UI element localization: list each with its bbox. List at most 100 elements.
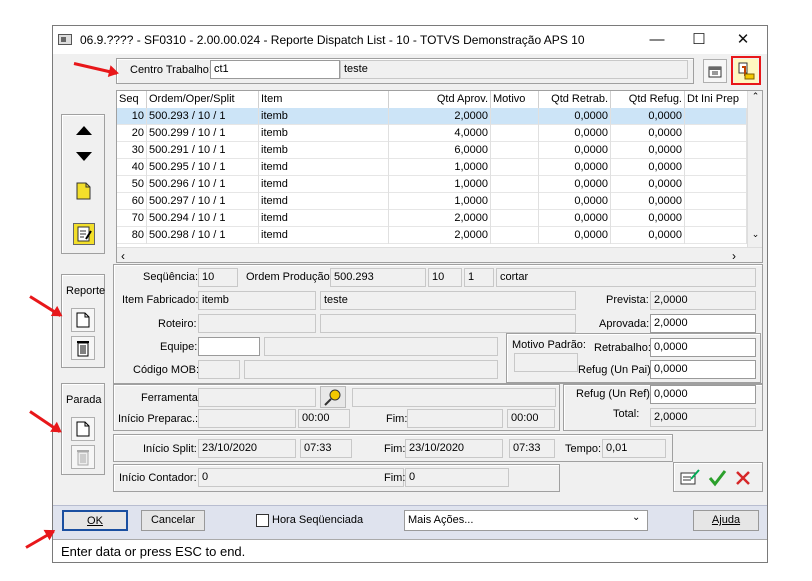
codigo-mob-field xyxy=(198,360,240,379)
cell-retrab: 0,0000 xyxy=(539,227,611,244)
fim-split-time: 07:33 xyxy=(509,439,555,458)
roteiro-label: Roteiro: xyxy=(158,318,197,330)
aprovada-input[interactable]: 2,0000 xyxy=(650,314,756,333)
move-up-icon[interactable] xyxy=(76,126,92,135)
retrabalho-label: Retrabalho: xyxy=(594,342,651,354)
parada-new-button[interactable] xyxy=(71,417,95,441)
cell-motivo xyxy=(491,227,539,244)
table-row[interactable]: 70 500.294 / 10 / 1 itemd 2,0000 0,0000 0,000… xyxy=(117,210,747,227)
table-row[interactable]: 40 500.295 / 10 / 1 itemd 1,0000 0,0000 0,000… xyxy=(117,159,747,176)
edit-record-icon[interactable] xyxy=(73,223,95,245)
col-qtd-refug[interactable]: Qtd Refug. xyxy=(611,91,685,108)
col-dt-ini-prep[interactable]: Dt Ini Prep xyxy=(685,91,749,108)
cancelar-button[interactable]: Cancelar xyxy=(141,510,205,531)
cell-seq: 40 xyxy=(117,159,147,176)
cell-dtini xyxy=(685,125,747,142)
cell-ordem: 500.298 / 10 / 1 xyxy=(147,227,259,244)
cell-seq: 60 xyxy=(117,193,147,210)
ordem-field: 500.293 xyxy=(330,268,426,287)
item-field: itemb xyxy=(198,291,316,310)
parada-delete-button xyxy=(71,445,95,469)
properties-button[interactable] xyxy=(703,59,727,83)
cell-motivo xyxy=(491,159,539,176)
cell-refug: 0,0000 xyxy=(611,108,685,125)
col-qtd-aprov[interactable]: Qtd Aprov. xyxy=(389,91,491,108)
properties-icon xyxy=(708,66,722,78)
cell-aprov: 2,0000 xyxy=(389,108,491,125)
move-down-icon[interactable] xyxy=(76,152,92,161)
cell-motivo xyxy=(491,125,539,142)
equipe-input[interactable] xyxy=(198,337,260,356)
roteiro-desc-field xyxy=(320,314,576,333)
cell-refug: 0,0000 xyxy=(611,176,685,193)
oper-field: 10 xyxy=(428,268,462,287)
inicio-split-time: 07:33 xyxy=(300,439,352,458)
parada-label: Parada xyxy=(66,394,102,406)
cell-seq: 50 xyxy=(117,176,147,193)
mais-acoes-select[interactable]: Mais Ações... xyxy=(404,510,648,531)
close-button[interactable]: ✕ xyxy=(722,27,764,53)
col-qtd-retrab[interactable]: Qtd Retrab. xyxy=(539,91,611,108)
equipe-label: Equipe: xyxy=(160,341,198,353)
ferramenta-search-button[interactable] xyxy=(320,386,346,408)
cancel-detail-button[interactable] xyxy=(733,468,753,488)
fim-prep-label: Fim: xyxy=(386,413,408,425)
ordem-label: Ordem Produção: xyxy=(246,271,333,283)
cell-aprov: 6,0000 xyxy=(389,142,491,159)
reporte-new-button[interactable] xyxy=(71,308,95,332)
col-motivo[interactable]: Motivo xyxy=(491,91,539,108)
ferramenta-label: Ferramenta: xyxy=(141,392,201,404)
refug-pai-input[interactable]: 0,0000 xyxy=(650,360,756,379)
fim-contador-label: Fim: xyxy=(384,472,406,484)
cell-aprov: 2,0000 xyxy=(389,210,491,227)
edit-detail-button[interactable] xyxy=(679,467,701,487)
export-button[interactable] xyxy=(734,59,758,83)
status-bar: Enter data or press ESC to end. xyxy=(53,539,767,562)
minimize-button[interactable]: — xyxy=(636,27,678,53)
edit-detail-icon xyxy=(680,469,700,485)
ferramenta-field xyxy=(198,388,316,407)
col-item[interactable]: Item xyxy=(259,91,389,108)
hora-seq-label: Hora Seqüenciada xyxy=(272,514,364,526)
table-row[interactable]: 80 500.298 / 10 / 1 itemd 2,0000 0,0000 0,000… xyxy=(117,227,747,244)
cell-seq: 70 xyxy=(117,210,147,227)
table-row[interactable]: 30 500.291 / 10 / 1 itemb 6,0000 0,0000 0,000… xyxy=(117,142,747,159)
cell-aprov: 1,0000 xyxy=(389,159,491,176)
trash-disabled-icon xyxy=(77,450,89,466)
tempo-label: Tempo: xyxy=(565,443,602,455)
cell-retrab: 0,0000 xyxy=(539,125,611,142)
table-row[interactable]: 60 500.297 / 10 / 1 itemd 1,0000 0,0000 0,000… xyxy=(117,193,747,210)
cell-dtini xyxy=(685,159,747,176)
vertical-scrollbar[interactable]: ⌃ ⌄ xyxy=(747,91,762,247)
horizontal-scrollbar[interactable]: ‹ › xyxy=(117,247,762,262)
dispatch-grid[interactable]: Seq Ordem/Oper/Split Item Qtd Aprov. Mot… xyxy=(116,90,763,263)
new-record-icon[interactable] xyxy=(75,182,92,200)
cell-ordem: 500.293 / 10 / 1 xyxy=(147,108,259,125)
table-row[interactable]: 20 500.299 / 10 / 1 itemb 4,0000 0,0000 0,000… xyxy=(117,125,747,142)
cell-motivo xyxy=(491,193,539,210)
aprovada-label: Aprovada: xyxy=(599,318,650,330)
cell-motivo xyxy=(491,142,539,159)
col-ordem[interactable]: Ordem/Oper/Split xyxy=(147,91,259,108)
reporte-delete-button[interactable] xyxy=(71,336,95,360)
refug-ref-input[interactable]: 0,0000 xyxy=(650,385,756,404)
retrabalho-input[interactable]: 0,0000 xyxy=(650,338,756,357)
centro-trabalho-input[interactable]: ct1 xyxy=(210,60,340,79)
reporte-label: Reporte xyxy=(66,285,106,297)
split-field: 1 xyxy=(464,268,494,287)
new-document-icon xyxy=(76,421,90,437)
confirm-button[interactable] xyxy=(707,468,727,488)
cell-ordem: 500.296 / 10 / 1 xyxy=(147,176,259,193)
hora-seq-checkbox[interactable] xyxy=(256,514,269,527)
cell-seq: 30 xyxy=(117,142,147,159)
cell-item: itemd xyxy=(259,159,389,176)
table-row[interactable]: 50 500.296 / 10 / 1 itemd 1,0000 0,0000 0,000… xyxy=(117,176,747,193)
ok-button[interactable]: OK xyxy=(62,510,128,531)
prevista-field: 2,0000 xyxy=(650,291,756,310)
cell-retrab: 0,0000 xyxy=(539,159,611,176)
ajuda-button[interactable]: Ajuda xyxy=(693,510,759,531)
centro-trabalho-desc: teste xyxy=(340,60,688,79)
col-seq[interactable]: Seq xyxy=(117,91,147,108)
maximize-button[interactable]: ☐ xyxy=(678,27,720,53)
table-row[interactable]: 10 500.293 / 10 / 1 itemb 2,0000 0,0000 0,000… xyxy=(117,108,747,125)
